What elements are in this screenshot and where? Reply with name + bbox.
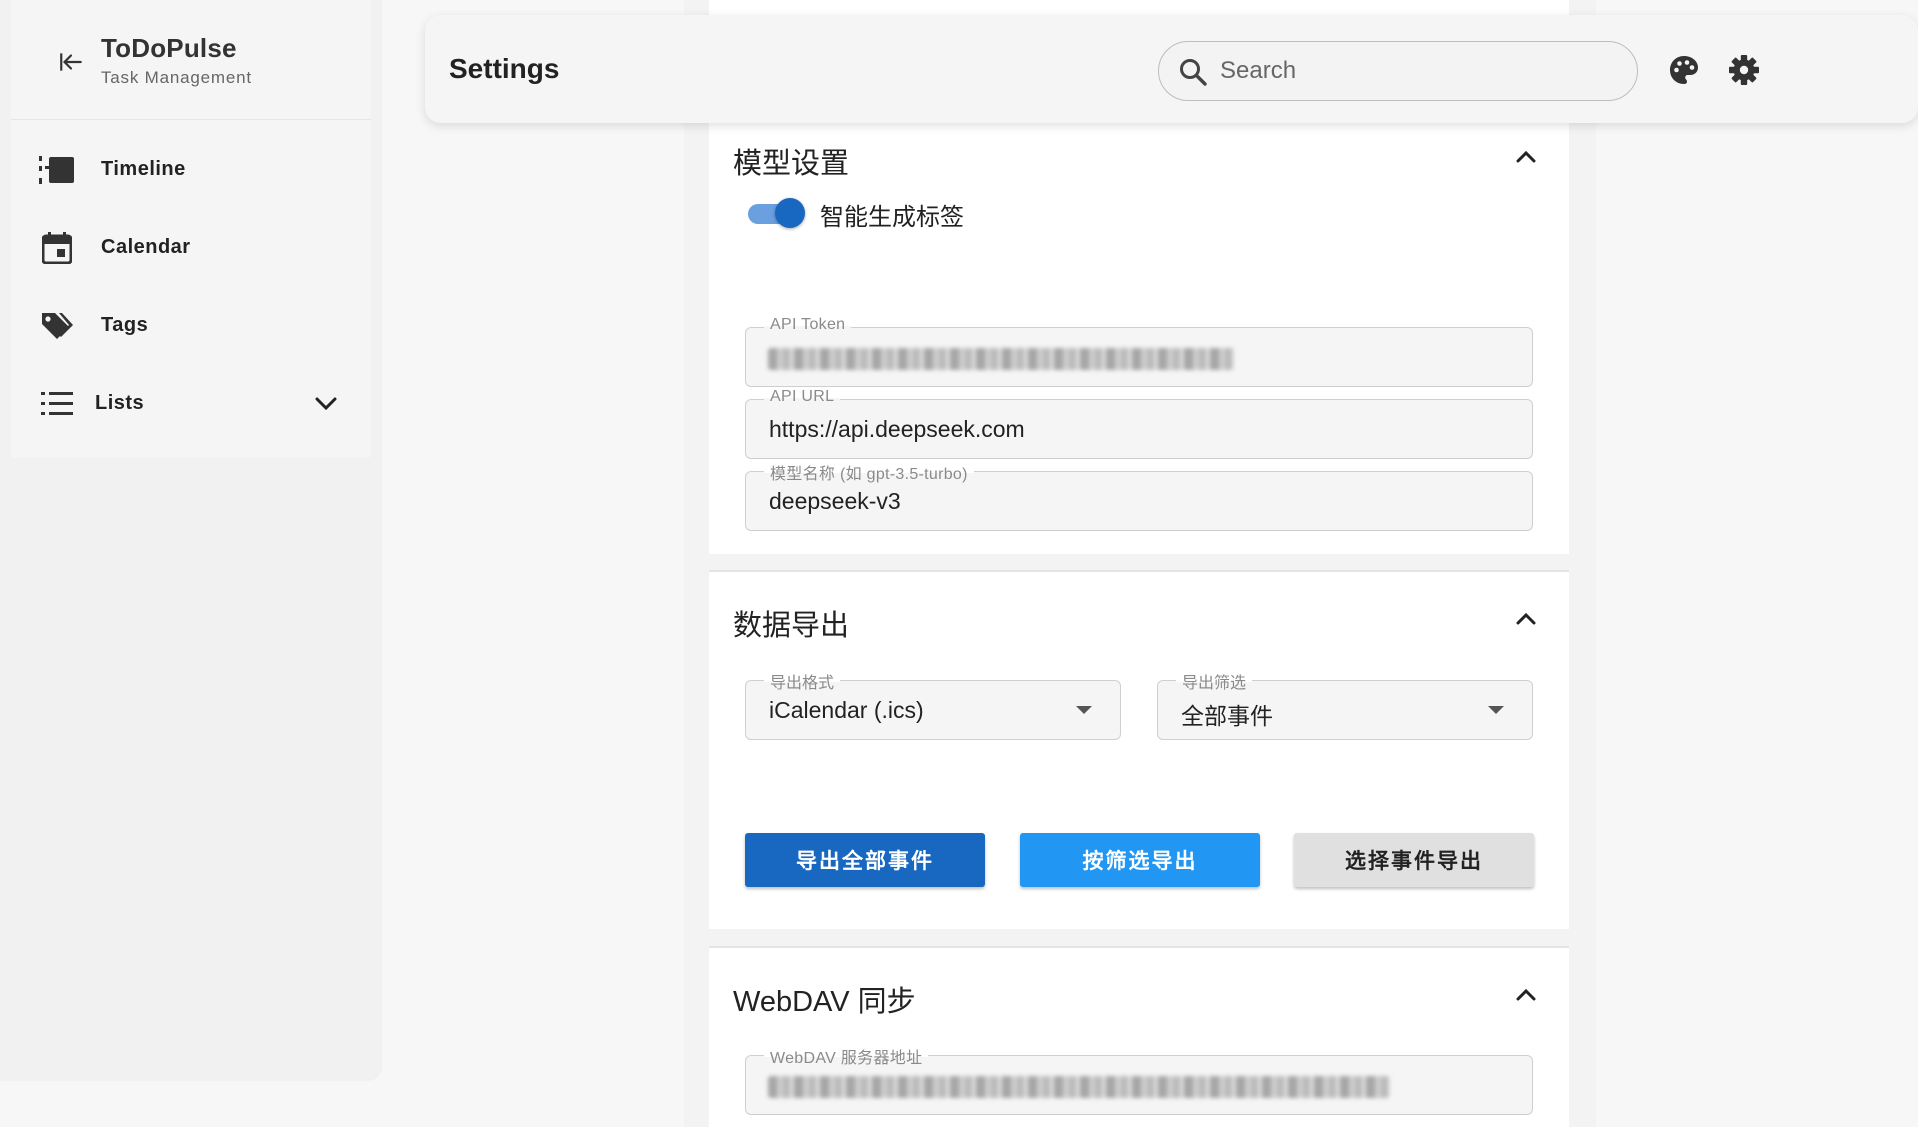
sidebar-item-label: Timeline — [101, 158, 186, 180]
select-value: iCalendar (.ics) — [769, 697, 924, 723]
search-box[interactable] — [1158, 41, 1638, 101]
list-icon — [39, 386, 75, 422]
select-value: 全部事件 — [1181, 703, 1273, 729]
chevron-up-icon — [1516, 151, 1536, 163]
collapse-section-button[interactable] — [1509, 140, 1543, 174]
chevron-up-icon — [1516, 989, 1536, 1001]
collapse-left-icon — [60, 53, 82, 71]
dropdown-arrow-icon — [1488, 706, 1504, 714]
sidebar: ToDoPulse Task Management Timeline Calen… — [0, 0, 382, 1081]
tags-icon — [39, 308, 75, 344]
toggle-thumb — [775, 198, 805, 228]
field-label: 导出格式 — [764, 669, 841, 693]
sidebar-item-label: Lists — [95, 392, 145, 414]
model-name-field[interactable]: 模型名称 (如 gpt-3.5-turbo) — [745, 460, 1533, 531]
sidebar-item-label: Tags — [101, 314, 149, 336]
api-token-field[interactable]: API Token — [745, 316, 1533, 387]
sidebar-card: ToDoPulse Task Management Timeline Calen… — [11, 0, 371, 458]
field-label: WebDAV 服务器地址 — [764, 1044, 929, 1068]
chevron-down-icon[interactable] — [311, 389, 341, 419]
collapse-section-button[interactable] — [1509, 602, 1543, 636]
export-selected-button[interactable]: 选择事件导出 — [1294, 833, 1534, 887]
section-title: 模型设置 — [733, 148, 850, 180]
gear-icon[interactable] — [1725, 51, 1763, 89]
section-title: WebDAV 同步 — [733, 986, 916, 1018]
sidebar-item-timeline[interactable]: Timeline — [11, 135, 371, 205]
chevron-up-icon — [1516, 613, 1536, 625]
export-all-button[interactable]: 导出全部事件 — [745, 833, 985, 887]
sidebar-item-label: Calendar — [101, 236, 191, 258]
search-input[interactable] — [1220, 55, 1620, 87]
field-label: 模型名称 (如 gpt-3.5-turbo) — [764, 460, 974, 484]
collapse-section-button[interactable] — [1509, 978, 1543, 1012]
api-url-field[interactable]: API URL — [745, 388, 1533, 459]
export-format-select[interactable]: 导出格式 iCalendar (.ics) — [745, 669, 1121, 740]
dropdown-arrow-icon — [1076, 706, 1092, 714]
app-bar: Settings — [425, 15, 1918, 123]
sidebar-item-lists[interactable]: Lists — [11, 369, 371, 439]
smart-tag-toggle[interactable] — [748, 198, 806, 228]
field-label: API Token — [764, 316, 852, 334]
calendar-icon — [39, 230, 75, 266]
redacted-token — [768, 348, 1234, 370]
api-url-input[interactable] — [769, 416, 1489, 443]
field-label: API URL — [764, 388, 841, 406]
palette-icon[interactable] — [1665, 51, 1703, 89]
app-subtitle: Task Management — [101, 68, 252, 87]
section-title: 数据导出 — [733, 610, 850, 642]
export-filter-select[interactable]: 导出筛选 全部事件 — [1157, 669, 1533, 740]
smart-tag-toggle-label: 智能生成标签 — [820, 204, 964, 231]
redacted-server-address — [768, 1076, 1390, 1098]
sidebar-item-calendar[interactable]: Calendar — [11, 213, 371, 283]
export-filtered-button[interactable]: 按筛选导出 — [1020, 833, 1260, 887]
app-name: ToDoPulse — [101, 33, 237, 63]
sidebar-item-tags[interactable]: Tags — [11, 291, 371, 361]
brand-header: ToDoPulse Task Management — [11, 0, 371, 120]
field-label: 导出筛选 — [1176, 669, 1253, 693]
search-icon — [1177, 56, 1209, 88]
collapse-sidebar-button[interactable] — [53, 44, 89, 80]
timeline-icon — [39, 152, 75, 188]
webdav-server-field[interactable]: WebDAV 服务器地址 — [745, 1044, 1533, 1115]
page-title: Settings — [449, 53, 560, 84]
model-name-input[interactable] — [769, 488, 1489, 515]
